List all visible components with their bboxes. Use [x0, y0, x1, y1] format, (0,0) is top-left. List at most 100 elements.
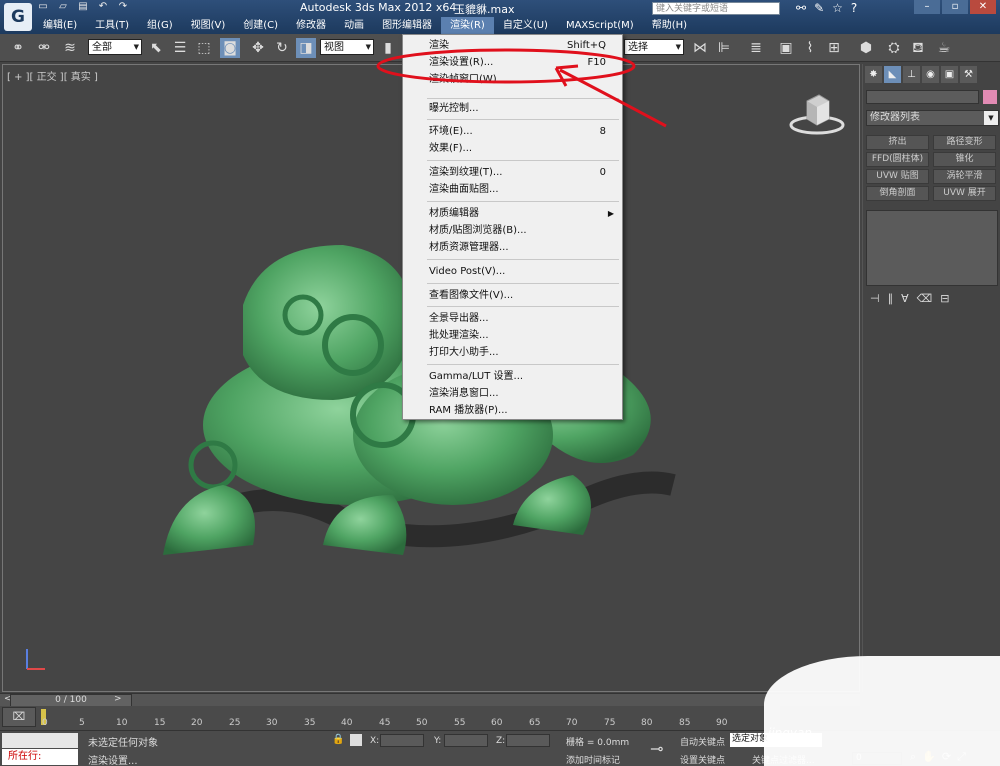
menu-item-video-post[interactable]: Video Post(V)...: [403, 263, 622, 280]
render-teapot-icon[interactable]: ☕: [934, 38, 954, 58]
redo-icon[interactable]: ↷: [116, 1, 130, 13]
save-file-icon[interactable]: ▤: [76, 1, 90, 13]
hierarchy-tab-icon[interactable]: ⊥: [903, 66, 920, 83]
show-end-result-icon[interactable]: ∥: [888, 292, 894, 308]
help-icon[interactable]: ?: [851, 1, 857, 15]
lock-icon[interactable]: 🔒: [332, 734, 344, 745]
menu-item-material-explorer[interactable]: 材质资源管理器...: [403, 239, 622, 256]
configure-sets-icon[interactable]: ⊟: [940, 292, 949, 308]
maxscript-line[interactable]: 所在行:: [2, 749, 78, 765]
tools-icon[interactable]: ✎: [814, 1, 824, 15]
layer-manager-icon[interactable]: ≣: [746, 38, 766, 58]
motion-tab-icon[interactable]: ◉: [922, 66, 939, 83]
render-setup-icon[interactable]: ⛭: [884, 38, 904, 58]
schematic-icon[interactable]: ⊞: [824, 38, 844, 58]
scale-icon[interactable]: ◨: [296, 38, 316, 58]
set-key-button[interactable]: 设置关键点: [680, 753, 725, 766]
object-color-swatch[interactable]: [983, 90, 997, 104]
align-icon[interactable]: ⊫: [714, 38, 734, 58]
menu-group[interactable]: 组(G): [138, 17, 182, 34]
menu-item-render-surface-map[interactable]: 渲染曲面贴图...: [403, 181, 622, 198]
turbosmooth-button[interactable]: 涡轮平滑: [933, 169, 996, 184]
absolute-mode-icon[interactable]: [350, 734, 362, 746]
time-slider[interactable]: < 0 / 100 >: [0, 693, 860, 707]
display-tab-icon[interactable]: ▣: [941, 66, 958, 83]
bevel-profile-button[interactable]: 倒角剖面: [866, 186, 929, 201]
named-selection-select[interactable]: 选择: [624, 39, 684, 55]
selection-filter-select[interactable]: 全部: [88, 39, 142, 55]
remove-modifier-icon[interactable]: ⌫: [917, 292, 933, 308]
menu-item-view-image-file[interactable]: 查看图像文件(V)...: [403, 287, 622, 304]
search-input[interactable]: 键入关键字或短语: [652, 2, 780, 15]
utilities-tab-icon[interactable]: ⚒: [960, 66, 977, 83]
menu-customize[interactable]: 自定义(U): [494, 17, 557, 34]
close-icon[interactable]: ✕: [970, 0, 996, 14]
menu-edit[interactable]: 编辑(E): [34, 17, 86, 34]
unwrap-uvw-button[interactable]: UVW 展开: [933, 186, 996, 201]
mirror-icon[interactable]: ⋈: [690, 38, 710, 58]
chevron-down-icon[interactable]: ▼: [984, 111, 998, 125]
app-logo-button[interactable]: G: [4, 3, 32, 31]
create-tab-icon[interactable]: ✸: [865, 66, 882, 83]
menu-item-panorama-exporter[interactable]: 全景导出器...: [403, 310, 622, 327]
rectangle-region-icon[interactable]: ⬚: [194, 38, 214, 58]
select-object-icon[interactable]: ⬉: [146, 38, 166, 58]
time-next-icon[interactable]: >: [114, 694, 122, 704]
menu-tools[interactable]: 工具(T): [86, 17, 138, 34]
menu-item-material-editor[interactable]: 材质编辑器 ▶: [403, 205, 622, 222]
menu-item-environment[interactable]: 环境(E)... 8: [403, 123, 622, 140]
key-icon[interactable]: ⊸: [650, 739, 663, 758]
menu-modifiers[interactable]: 修改器: [287, 17, 335, 34]
menu-item-print-size-wizard[interactable]: 打印大小助手...: [403, 344, 622, 361]
menu-item-render-setup[interactable]: 渲染设置(R)... F10: [403, 54, 622, 71]
pivot-icon[interactable]: ▮: [378, 38, 398, 58]
menu-graph-editors[interactable]: 图形编辑器: [373, 17, 441, 34]
binoculars-icon[interactable]: ⚯: [796, 1, 806, 15]
menu-create[interactable]: 创建(C): [234, 17, 287, 34]
curve-editor-icon[interactable]: ⌇: [800, 38, 820, 58]
star-icon[interactable]: ☆: [832, 1, 843, 15]
maximize-icon[interactable]: ▫: [942, 0, 968, 14]
path-deform-button[interactable]: 路径变形: [933, 135, 996, 150]
link-icon[interactable]: ⚭: [8, 38, 28, 58]
rotate-icon[interactable]: ↻: [272, 38, 292, 58]
menu-animation[interactable]: 动画: [335, 17, 373, 34]
y-coordinate-field[interactable]: [444, 734, 488, 747]
menu-item-gamma-lut[interactable]: Gamma/LUT 设置...: [403, 368, 622, 385]
menu-rendering[interactable]: 渲染(R): [441, 17, 494, 34]
mini-curve-editor-icon[interactable]: ⌧: [2, 707, 36, 727]
menu-maxscript[interactable]: MAXScript(M): [557, 17, 643, 34]
minimize-icon[interactable]: –: [914, 0, 940, 14]
auto-key-button[interactable]: 自动关键点: [680, 735, 725, 748]
add-time-tag[interactable]: 添加时间标记: [566, 753, 620, 766]
material-editor-icon[interactable]: ⬢: [856, 38, 876, 58]
modifier-list-select[interactable]: 修改器列表 ▼: [866, 110, 999, 126]
menu-item-batch-render[interactable]: 批处理渲染...: [403, 327, 622, 344]
move-icon[interactable]: ✥: [248, 38, 268, 58]
menu-view[interactable]: 视图(V): [182, 17, 235, 34]
bind-spacewarp-icon[interactable]: ≋: [60, 38, 80, 58]
uvw-map-button[interactable]: UVW 贴图: [866, 169, 929, 184]
extrude-button[interactable]: 挤出: [866, 135, 929, 150]
viewport-label[interactable]: [ + ][ 正交 ][ 真实 ]: [7, 68, 98, 83]
menu-item-render-to-texture[interactable]: 渲染到纹理(T)... 0: [403, 164, 622, 181]
unlink-icon[interactable]: ⚮: [34, 38, 54, 58]
pin-stack-icon[interactable]: ⊣: [870, 292, 880, 308]
reference-coord-select[interactable]: 视图: [320, 39, 374, 55]
menu-item-ram-player[interactable]: RAM 播放器(P)...: [403, 402, 622, 419]
rendered-frame-icon[interactable]: ⛾: [908, 38, 928, 58]
z-coordinate-field[interactable]: [506, 734, 550, 747]
ffd-cylinder-button[interactable]: FFD(圆柱体): [866, 152, 929, 167]
open-file-icon[interactable]: ▱: [56, 1, 70, 13]
track-bar[interactable]: ⌧ 0 5 10 15 20 25 30 35 40 45 50 55 60 6…: [0, 706, 780, 730]
menu-item-rendered-frame-window[interactable]: 渲染帧窗口(W): [403, 71, 622, 88]
modify-tab-icon[interactable]: ◣: [884, 66, 901, 83]
object-name-field[interactable]: [866, 90, 979, 104]
select-by-name-icon[interactable]: ☰: [170, 38, 190, 58]
menu-item-effects[interactable]: 效果(F)...: [403, 140, 622, 157]
new-file-icon[interactable]: ▭: [36, 1, 50, 13]
menu-help[interactable]: 帮助(H): [643, 17, 696, 34]
make-unique-icon[interactable]: ∀: [901, 292, 909, 308]
menu-item-render-message-window[interactable]: 渲染消息窗口...: [403, 385, 622, 402]
menu-item-render[interactable]: 渲染 Shift+Q: [403, 37, 622, 54]
